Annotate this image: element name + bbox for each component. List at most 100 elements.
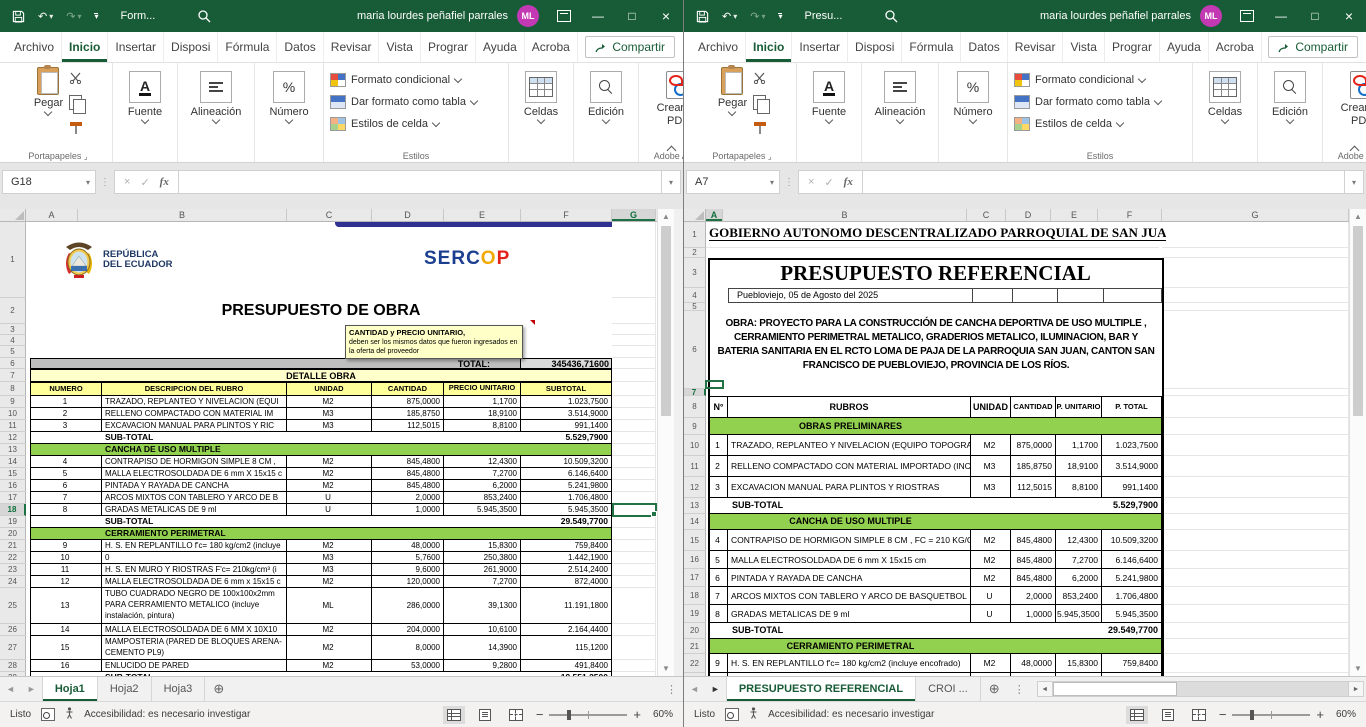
format-painter-icon[interactable] [70,122,82,126]
cancel-icon[interactable]: × [124,176,130,188]
cell[interactable]: 1.706,4800 [1102,587,1162,605]
row-header-13[interactable]: 13 [684,498,706,514]
cell[interactable]: 491,8400 [521,660,612,672]
row-body[interactable]: 7ARCOS MIXTOS CON TABLERO Y ARCO DE BU2,… [26,492,657,504]
subtotal-row[interactable]: SUB-TOTAL5.529,7900 [30,432,612,444]
cell[interactable]: 7,2700 [444,576,521,588]
cell[interactable]: 1.706,4800 [521,492,612,504]
col-header-C[interactable]: C [967,209,1006,221]
cell[interactable]: M3 [287,420,372,432]
zoom-level[interactable]: 60% [647,709,673,720]
row-header-6[interactable]: 6 [684,311,706,389]
row-body[interactable]: 4CONTRAPISO DE HORMIGON SIMPLE 8 CM , FC… [706,530,1349,551]
cell[interactable] [1011,673,1056,676]
maximize-button[interactable]: □ [1298,0,1332,32]
zoom-level[interactable]: 60% [1330,709,1356,720]
cell[interactable]: MALLA ELECTROSOLDADA DE 6 MM X 10X10 [102,624,287,636]
cell[interactable]: 991,1400 [1102,477,1162,498]
row-body[interactable]: SUB-TOTAL5.529,7900 [26,432,657,444]
vertical-scrollbar[interactable]: ▲ ▼ [1349,209,1366,676]
cell[interactable]: 9,2800 [444,660,521,672]
copy-icon[interactable] [69,95,82,110]
cell[interactable] [1056,673,1102,676]
scroll-down-button[interactable]: ▼ [658,661,674,676]
doc-title[interactable]: PRESUPUESTO REFERENCIAL [709,258,1162,288]
obra-description[interactable]: OBRA: PROYECTO PARA LA CONSTRUCCIÓN DE C… [716,311,1156,389]
cell[interactable]: 991,1400 [521,420,612,432]
cell[interactable]: 8,8100 [1056,477,1102,498]
cancel-icon[interactable]: × [808,176,814,188]
row-header-7[interactable]: 7 [684,389,706,396]
table-column-header[interactable]: CANTIDAD [372,382,444,396]
row-header-19[interactable]: 19 [0,516,26,528]
col-header-D[interactable]: D [1006,209,1051,221]
ribbon-display-options-icon[interactable] [1230,0,1264,32]
font-group-button[interactable]: A [129,71,161,103]
search-icon[interactable] [884,9,898,23]
row-header-2[interactable]: 2 [0,298,26,324]
zoom-slider[interactable] [1232,714,1310,716]
row-body[interactable]: CERRAMIENTO PERIMETRAL [706,639,1349,654]
row-header-6[interactable]: 6 [0,358,26,369]
ribbon-tab-formulas[interactable]: Fórmula [902,32,961,62]
table-column-header[interactable]: RUBROS [728,396,971,418]
cell[interactable]: 115,1200 [521,636,612,660]
row-body[interactable]: TOTAL:345436,71600 [26,358,657,369]
row-body[interactable]: SUB-TOTAL29.549,7700 [706,623,1349,639]
cells-group-button[interactable] [1209,71,1241,103]
ribbon-tab-vista[interactable]: Vista [1063,32,1104,62]
row-body[interactable]: 9H. S. EN REPLANTILLO f'c= 180 kg/cm2 (i… [706,654,1349,673]
cell[interactable]: EXCAVACION MANUAL PARA PLINTOS Y RIOSTRA… [728,477,971,498]
normal-view-button[interactable] [1126,706,1148,724]
redo-icon[interactable]: ↷▾ [750,10,765,23]
cell[interactable]: 4 [709,530,728,551]
cell[interactable]: 6.146,6400 [1102,551,1162,569]
row-body[interactable]: 14MALLA ELECTROSOLDADA DE 6 MM X 10X10M2… [26,624,657,636]
cell[interactable]: M2 [287,480,372,492]
row-header-18[interactable]: 18 [0,504,26,516]
scroll-right-button[interactable]: ► [1348,681,1364,697]
row-body[interactable]: 1TRAZADO, REPLANTEO Y NIVELACION (EQUIM2… [26,396,657,408]
cell[interactable]: 185,8750 [372,408,444,420]
ribbon-tab-archivo[interactable]: Archivo [0,32,62,62]
row-header-3[interactable]: 3 [684,258,706,288]
sheet-tab-hoja3[interactable]: Hoja3 [152,677,206,701]
row-body[interactable]: Puebloviejo, 05 de Agosto del 2025 [706,288,1349,303]
cells-group-button[interactable] [525,71,557,103]
cell[interactable]: ARCOS MIXTOS CON TABLERO Y ARCO DE B [102,492,287,504]
row-header-7[interactable]: 7 [0,369,26,382]
zoom-out-button[interactable]: − [1219,707,1227,722]
cell[interactable]: 250,3800 [444,552,521,564]
cell[interactable]: 39,1300 [444,588,521,624]
page-layout-view-button[interactable] [1157,706,1179,724]
row-header-29[interactable]: 29 [0,672,26,676]
spreadsheet-grid[interactable]: 1REPÚBLICADEL ECUADORSERCOP2PRESUPUESTO … [0,222,657,676]
cell[interactable]: 5.945,3500 [444,504,521,516]
cell[interactable]: 7 [709,587,728,605]
user-name[interactable]: maria lourdes peñafiel parrales [357,10,508,22]
tab-overflow-icon[interactable]: ⋮ [1008,677,1031,701]
alignment-group-button[interactable] [884,71,916,103]
ribbon-tab-vista[interactable]: Vista [379,32,420,62]
cell[interactable]: 875,0000 [372,396,444,408]
row-header-16[interactable]: 16 [684,551,706,569]
row-header-14[interactable]: 14 [0,456,26,468]
cell[interactable]: ENLUCIDO DE PARED [102,660,287,672]
row-body[interactable]: REPÚBLICADEL ECUADORSERCOP [26,222,657,298]
row-header-20[interactable]: 20 [0,528,26,540]
prev-sheet-icon[interactable]: ◄ [684,677,705,701]
number-group-button[interactable]: % [957,71,989,103]
row-body[interactable]: 1TRAZADO, REPLANTEO Y NIVELACION (EQUIPO… [706,435,1349,456]
row-header-22[interactable]: 22 [684,654,706,673]
row-body[interactable]: 8GRADAS METALICAS DE 9 mlU1,00005.945,35… [26,504,657,516]
section-row[interactable]: CERRAMIENTO PERIMETRAL [709,639,1162,654]
cell[interactable]: 112,5015 [372,420,444,432]
format-as-table-button[interactable]: Dar formato como tabla [330,91,477,113]
subtotal-row[interactable]: SUB-TOTAL29.549,7700 [709,623,1162,639]
cell[interactable]: CONTRAPISO DE HORMIGON SIMPLE 8 CM , FC … [728,530,971,551]
row-body[interactable]: 11H. S. EN MURO Y RIOSTRAS F'c= 210kg/cm… [26,564,657,576]
row-header-8[interactable]: 8 [0,382,26,396]
row-header-16[interactable]: 16 [0,480,26,492]
row-header-1[interactable]: 1 [684,222,706,248]
cell[interactable]: 112,5015 [1011,477,1056,498]
